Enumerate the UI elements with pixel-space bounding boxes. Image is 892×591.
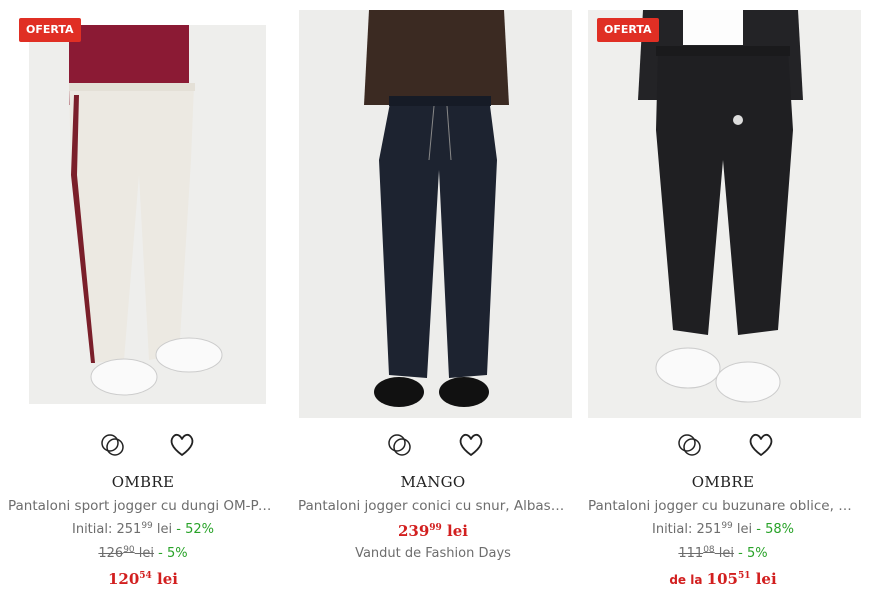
extra-discount: - 5% [154, 546, 188, 561]
seller-info: Vandut de Fashion Days [355, 546, 511, 561]
card-actions [582, 430, 864, 460]
extra-discount: - 5% [734, 546, 768, 561]
product-brand[interactable]: OMBRE [2, 473, 284, 491]
heart-icon[interactable] [167, 430, 197, 460]
compare-rings-icon[interactable] [385, 430, 415, 460]
product-brand[interactable]: OMBRE [582, 473, 864, 491]
old-price: 12690 lei - 5% [98, 545, 188, 561]
product-title[interactable]: Pantaloni jogger conici cu snur, Albastr… [298, 498, 568, 514]
product-brand[interactable]: MANGO [292, 473, 574, 491]
current-price: 12054 lei [107, 570, 178, 588]
product-card[interactable]: MANGO Pantaloni jogger conici cu snur, A… [292, 0, 574, 591]
initial-price: Initial: 25199 lei - 52% [72, 521, 214, 537]
product-image[interactable] [29, 25, 266, 404]
heart-icon[interactable] [456, 430, 486, 460]
product-card[interactable]: OFERTA OMBRE Pantaloni sport jogger cu d… [2, 0, 284, 591]
product-title[interactable]: Pantaloni jogger cu buzunare oblice, Neg… [588, 498, 858, 514]
offer-badge: OFERTA [19, 18, 81, 42]
product-image[interactable] [588, 10, 861, 418]
product-title[interactable]: Pantaloni sport jogger cu dungi OM-PANT-… [8, 498, 278, 514]
initial-price: Initial: 25199 lei - 58% [652, 521, 794, 537]
compare-rings-icon[interactable] [675, 430, 705, 460]
current-price: 23999 lei [397, 522, 468, 540]
card-actions [292, 430, 574, 460]
initial-discount: - 52% [172, 522, 214, 537]
heart-icon[interactable] [746, 430, 776, 460]
old-price: 11108 lei - 5% [678, 545, 768, 561]
offer-badge: OFERTA [597, 18, 659, 42]
product-image[interactable] [299, 10, 572, 418]
from-label: de la [669, 573, 707, 587]
product-card[interactable]: OFERTA OMBRE Pantaloni jogger cu buzunar… [582, 0, 864, 591]
compare-rings-icon[interactable] [98, 430, 128, 460]
current-price: de la 10551 lei [669, 570, 777, 588]
initial-discount: - 58% [752, 522, 794, 537]
card-actions [2, 430, 284, 460]
